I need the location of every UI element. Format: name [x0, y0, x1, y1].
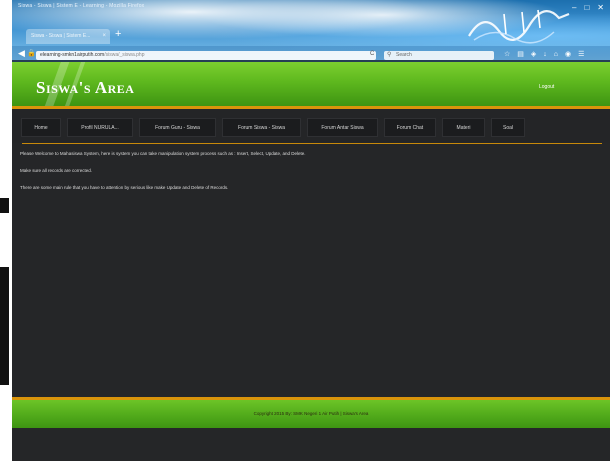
window-title: Siswa - Siswa | Sistem E - Learning - Mo…	[18, 3, 145, 9]
browser-window: Siswa - Siswa | Sistem E - Learning - Mo…	[12, 0, 610, 461]
tab-label: Siswa - Siswa | Sistem E...	[31, 33, 91, 39]
page-bottom	[12, 428, 610, 461]
pocket-icon[interactable]: ◈	[531, 50, 536, 60]
menu-item-forum-siswa-siswa[interactable]: Forum Siswa - Siswa	[222, 118, 301, 137]
site-footer: Copyright 2015 By: SMK Negeri 1 Air Puti…	[12, 400, 610, 428]
download-icon[interactable]: ↓	[543, 50, 547, 60]
site-header: Siswa's Area Logout	[12, 62, 610, 106]
close-icon[interactable]: ✕	[597, 4, 604, 12]
menu-item-home[interactable]: Home	[21, 118, 61, 137]
menu-icon[interactable]: ☰	[578, 50, 584, 60]
main-menu: Home Profil NURULA... Forum Guru - Siswa…	[12, 109, 610, 143]
records-note: Make sure all records are corrected.	[20, 168, 93, 173]
addon-icon[interactable]: ◉	[565, 50, 571, 60]
reading-list-icon[interactable]: ▤	[517, 50, 524, 60]
url-path: /siswa/_siswa.php	[104, 52, 145, 58]
site-title: Siswa's Area	[36, 78, 135, 97]
window-controls: – □ ✕	[572, 4, 604, 12]
menu-item-profil[interactable]: Profil NURULA...	[67, 118, 133, 137]
browser-tab[interactable]: Siswa - Siswa | Sistem E... ×	[26, 29, 110, 44]
address-bar[interactable]: elearning-smkn1airputih.com/siswa/_siswa…	[36, 51, 376, 60]
bookmark-star-icon[interactable]: ☆	[504, 50, 510, 60]
menu-item-forum-antar-siswa[interactable]: Forum Antar Siswa	[307, 118, 378, 137]
menu-divider	[22, 143, 602, 144]
tab-close-icon[interactable]: ×	[102, 29, 106, 44]
browser-toolbar-icons: ☆ ▤ ◈ ↓ ⌂ ◉ ☰	[504, 50, 584, 60]
left-margin	[0, 0, 12, 461]
search-input[interactable]: ⚲ Search	[384, 51, 494, 60]
url-domain: elearning-smkn1airputih.com	[40, 52, 105, 58]
menu-item-forum-guru-siswa[interactable]: Forum Guru - Siswa	[139, 118, 216, 137]
logout-link[interactable]: Logout	[539, 84, 554, 90]
arabic-calligraphy-logo	[468, 9, 570, 44]
reload-icon[interactable]: C	[370, 51, 374, 57]
new-tab-button[interactable]: +	[115, 28, 121, 40]
browser-chrome: Siswa - Siswa | Sistem E - Learning - Mo…	[12, 0, 610, 62]
copyright-text: Copyright 2015 By: SMK Negeri 1 Air Puti…	[253, 411, 369, 416]
welcome-text: Please Welcome to Mahasiswa System, here…	[20, 151, 306, 156]
maximize-icon[interactable]: □	[584, 4, 589, 12]
menu-item-forum-chat[interactable]: Forum Chat	[384, 118, 436, 137]
search-icon: ⚲	[387, 52, 392, 58]
search-placeholder: Search	[396, 52, 412, 58]
rules-note: There are some main rule that you have t…	[20, 185, 229, 190]
edge-fragment	[0, 267, 9, 385]
edge-fragment	[0, 198, 9, 213]
back-icon[interactable]: ◀	[18, 49, 25, 58]
home-icon[interactable]: ⌂	[554, 50, 558, 60]
menu-item-soal[interactable]: Soal	[491, 118, 525, 137]
site-identity-icon[interactable]: 🔒	[27, 49, 36, 58]
menu-item-materi[interactable]: Materi	[442, 118, 485, 137]
